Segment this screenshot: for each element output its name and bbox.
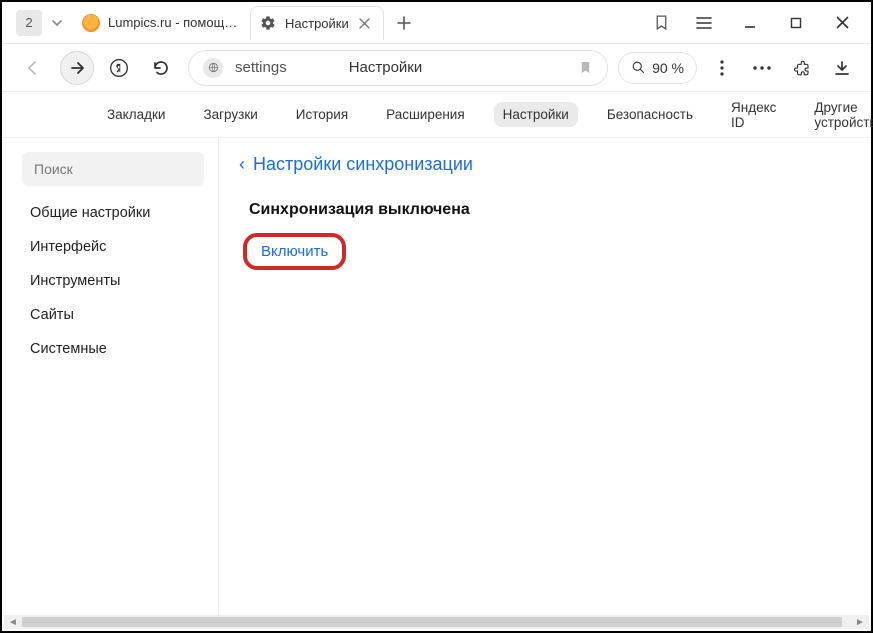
omnibox-path: settings: [235, 59, 287, 76]
tab-title: Lumpics.ru - помощь с ком: [108, 15, 238, 30]
bookmark-outline-icon: [653, 14, 670, 31]
site-identity-icon[interactable]: [203, 58, 223, 78]
tabs: Lumpics.ru - помощь с ком Настройки: [74, 6, 418, 40]
enable-sync-highlight: Включить: [243, 233, 346, 270]
close-icon: [836, 16, 849, 29]
lumpics-favicon-icon: [82, 14, 100, 32]
plus-icon: [397, 16, 411, 30]
more-button[interactable]: [747, 53, 777, 83]
maximize-icon: [790, 17, 802, 29]
horizontal-scrollbar[interactable]: ◄ ►: [4, 615, 869, 629]
sidebar-item-interface[interactable]: Интерфейс: [16, 230, 210, 264]
tab-group-chevron[interactable]: [46, 10, 68, 36]
sidebar: Поиск Общие настройки Интерфейс Инструме…: [8, 138, 218, 617]
zoom-control[interactable]: 90 %: [618, 52, 697, 84]
sidebar-item-tools[interactable]: Инструменты: [16, 264, 210, 298]
new-tab-button[interactable]: [390, 9, 418, 37]
zoom-value: 90 %: [652, 60, 684, 76]
tab-title: Настройки: [285, 16, 349, 31]
kebab-menu-button[interactable]: [707, 53, 737, 83]
reload-icon: [152, 59, 170, 77]
menu-button[interactable]: [681, 3, 727, 43]
sidebar-search-placeholder: Поиск: [34, 161, 73, 177]
main-panel: ‹ Настройки синхронизации Синхронизация …: [218, 138, 871, 617]
arrow-right-icon: [68, 59, 86, 77]
chevron-left-icon: ‹: [239, 154, 245, 175]
navtab-yandex-id[interactable]: Яндекс ID: [722, 95, 785, 135]
puzzle-icon: [793, 59, 811, 77]
extensions-button[interactable]: [787, 53, 817, 83]
enable-sync-link[interactable]: Включить: [261, 243, 328, 260]
close-icon: [359, 18, 370, 29]
close-window-button[interactable]: [819, 3, 865, 43]
tab-group-count-badge[interactable]: 2: [16, 10, 42, 36]
gear-icon: [259, 14, 277, 32]
maximize-button[interactable]: [773, 3, 819, 43]
content: Поиск Общие настройки Интерфейс Инструме…: [2, 138, 871, 617]
navtab-extensions[interactable]: Расширения: [377, 102, 474, 127]
yandex-icon: [109, 58, 129, 78]
navtab-downloads[interactable]: Загрузки: [194, 102, 266, 127]
tab-settings[interactable]: Настройки: [250, 6, 384, 40]
bookmarks-bar-button[interactable]: [641, 3, 681, 43]
arrow-left-icon: [24, 59, 42, 77]
minimize-button[interactable]: [727, 3, 773, 43]
globe-icon: [208, 62, 219, 73]
download-icon: [834, 60, 850, 76]
sidebar-item-general[interactable]: Общие настройки: [16, 196, 210, 230]
navtab-security[interactable]: Безопасность: [598, 102, 702, 127]
navtab-history[interactable]: История: [287, 102, 357, 127]
scroll-left-button[interactable]: ◄: [4, 615, 22, 629]
window-controls: [681, 3, 865, 43]
sync-settings-back-link[interactable]: ‹ Настройки синхронизации: [239, 154, 851, 175]
nav-back-button[interactable]: [16, 51, 50, 85]
minimize-icon: [743, 16, 757, 30]
omnibox[interactable]: settings Настройки: [188, 50, 608, 86]
yandex-home-button[interactable]: [104, 53, 134, 83]
tab-lumpics[interactable]: Lumpics.ru - помощь с ком: [74, 6, 248, 40]
scroll-right-button[interactable]: ►: [851, 615, 869, 629]
navtab-other-devices[interactable]: Другие устройства: [805, 95, 873, 135]
tab-close-button[interactable]: [357, 15, 373, 31]
dots-icon: [753, 66, 771, 70]
scroll-thumb[interactable]: [22, 617, 842, 627]
reload-button[interactable]: [144, 51, 178, 85]
magnifier-icon: [631, 60, 646, 75]
hamburger-icon: [696, 16, 712, 30]
navtab-settings[interactable]: Настройки: [494, 102, 578, 127]
downloads-button[interactable]: [827, 53, 857, 83]
bookmark-icon: [578, 60, 593, 75]
bookmark-page-button[interactable]: [578, 60, 593, 75]
chevron-down-icon: [51, 17, 63, 29]
omnibox-title: Настройки: [349, 59, 423, 76]
kebab-icon: [720, 60, 724, 76]
sync-status-heading: Синхронизация выключена: [249, 201, 851, 219]
nav-forward-button[interactable]: [60, 51, 94, 85]
sidebar-search-input[interactable]: Поиск: [22, 152, 204, 186]
sidebar-item-system[interactable]: Системные: [16, 332, 210, 366]
sidebar-item-sites[interactable]: Сайты: [16, 298, 210, 332]
navtab-bookmarks[interactable]: Закладки: [98, 102, 174, 127]
settings-navtabs: Закладки Загрузки История Расширения Нас…: [2, 92, 871, 138]
sync-settings-title: Настройки синхронизации: [253, 154, 473, 175]
toolbar: settings Настройки 90 %: [2, 44, 871, 92]
titlebar: 2 Lumpics.ru - помощь с ком Настройки: [2, 2, 871, 44]
